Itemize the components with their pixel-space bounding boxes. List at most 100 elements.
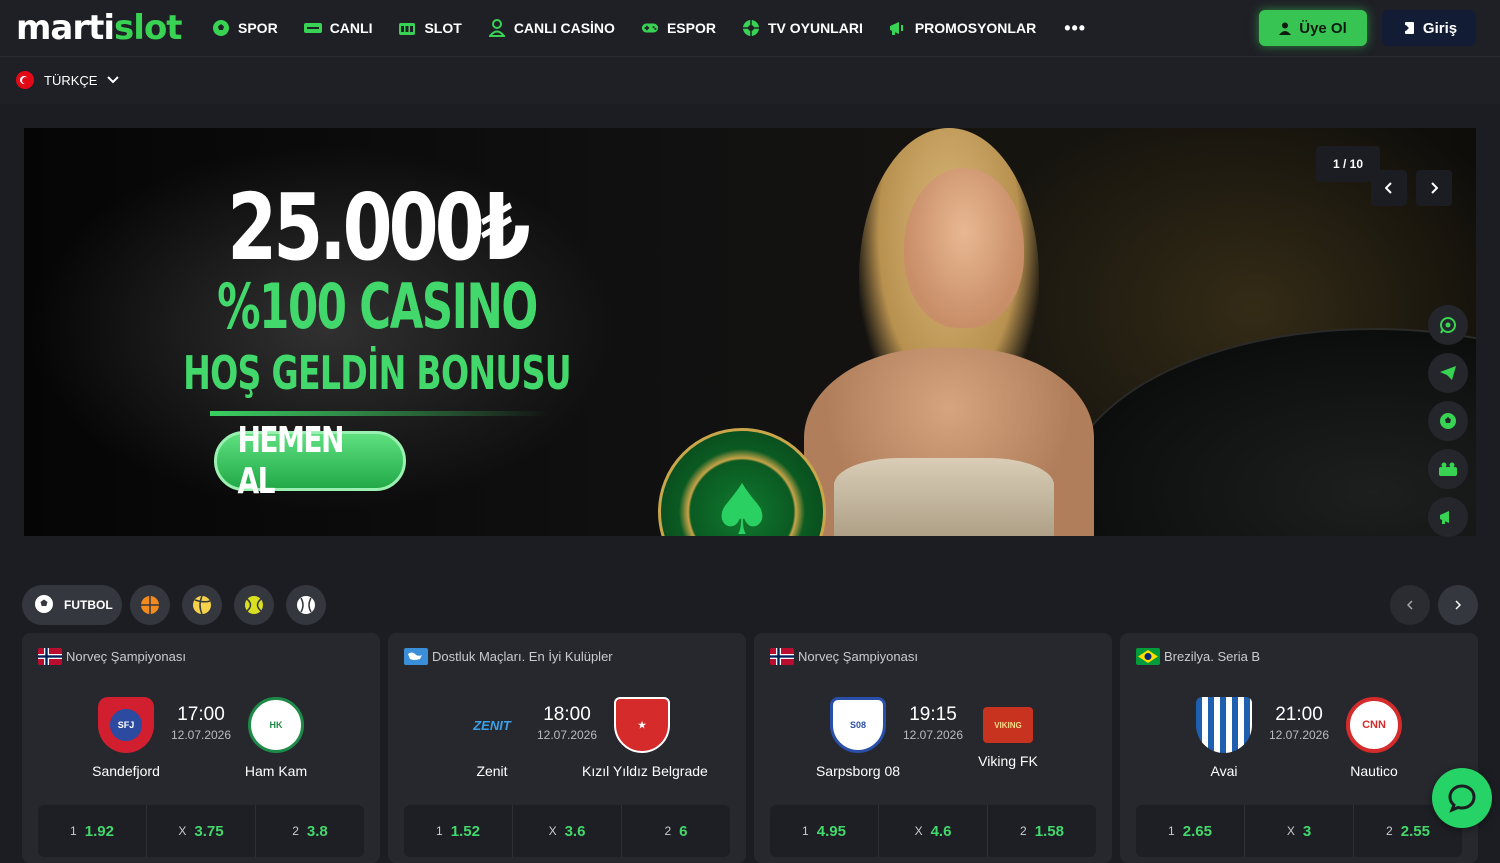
live-icon bbox=[303, 19, 322, 37]
dealer-icon bbox=[488, 19, 506, 37]
odd-draw[interactable]: X 4.6 bbox=[879, 805, 988, 857]
login-icon bbox=[1400, 22, 1414, 34]
model-face-image bbox=[904, 168, 1024, 328]
promo-banner[interactable]: ♠ 25.000₺ %100 CASINO HOŞ GELDİN BONUSU … bbox=[24, 128, 1476, 536]
soccer-icon bbox=[1440, 413, 1456, 429]
main-nav: SPOR CANLI SLOT CANLI CASİNO ESPOR TV OY… bbox=[212, 0, 1112, 56]
nav-item-canli-casino[interactable]: CANLI CASİNO bbox=[488, 19, 615, 37]
odds-row: 1 1.52 X 3.6 26 bbox=[404, 805, 730, 857]
odd-home[interactable]: 1 2.65 bbox=[1136, 805, 1245, 857]
odd-draw[interactable]: X 3.75 bbox=[147, 805, 256, 857]
sports-shortcut-button[interactable] bbox=[1428, 401, 1468, 441]
odd-home[interactable]: 1 1.92 bbox=[38, 805, 147, 857]
matches-next-button[interactable] bbox=[1438, 585, 1478, 625]
language-selector[interactable]: TÜRKÇE bbox=[16, 71, 120, 89]
chevron-right-icon bbox=[1431, 182, 1438, 194]
nav-item-slot[interactable]: SLOT bbox=[398, 19, 462, 37]
chevron-left-icon bbox=[1407, 600, 1413, 610]
sport-filter-basketball[interactable] bbox=[130, 585, 170, 625]
nav-item-espor[interactable]: ESPOR bbox=[641, 19, 716, 37]
team-crest-icon: VIKING bbox=[983, 707, 1033, 743]
match-card[interactable]: Norveç Şampiyonası S08 Sarpsborg 08 19:1… bbox=[754, 633, 1112, 863]
casino-icon bbox=[1439, 462, 1457, 476]
team-crest-icon: HK bbox=[248, 697, 304, 753]
odd-draw[interactable]: X 3.6 bbox=[513, 805, 622, 857]
away-team: HK Ham Kam bbox=[216, 697, 336, 779]
more-menu-button[interactable]: ••• bbox=[1064, 18, 1086, 39]
turkey-flag-icon bbox=[16, 71, 34, 89]
nav-item-canli[interactable]: CANLI bbox=[303, 19, 372, 37]
nav-item-promosyonlar[interactable]: PROMOSYONLAR bbox=[889, 19, 1036, 37]
tennis-icon bbox=[245, 596, 263, 614]
match-card[interactable]: Dostluk Maçları. En İyi Kulüpler ZENIT Z… bbox=[388, 633, 746, 863]
norway-flag-icon bbox=[770, 648, 794, 665]
odds-row: 1 4.95 X 4.6 2 1.58 bbox=[770, 805, 1096, 857]
register-button[interactable]: Üye Ol bbox=[1259, 10, 1367, 46]
model-dress-image bbox=[834, 458, 1054, 536]
league-header: Brezilya. Seria B bbox=[1136, 648, 1260, 665]
sport-filter-futbol[interactable]: FUTBOL bbox=[22, 585, 122, 625]
telegram-icon bbox=[1440, 366, 1456, 380]
whatsapp-icon bbox=[1440, 317, 1456, 334]
norway-flag-icon bbox=[38, 648, 62, 665]
telegram-button[interactable] bbox=[1428, 353, 1468, 393]
slot-icon bbox=[398, 19, 416, 37]
matches-prev-button[interactable] bbox=[1390, 585, 1430, 625]
away-team: CNN Nautico bbox=[1314, 697, 1434, 779]
megaphone-icon bbox=[889, 19, 907, 37]
soccer-ball-icon bbox=[212, 19, 230, 37]
odds-row: 1 2.65 X3 2 2.55 bbox=[1136, 805, 1462, 857]
slide-prev-button[interactable] bbox=[1371, 170, 1407, 206]
team-crest-icon: ★ bbox=[614, 697, 670, 753]
sport-filter-tennis[interactable] bbox=[234, 585, 274, 625]
megaphone-icon bbox=[1440, 511, 1449, 524]
sport-filter-baseball[interactable] bbox=[286, 585, 326, 625]
promo-divider bbox=[210, 411, 550, 416]
site-logo[interactable]: martislot bbox=[16, 8, 183, 48]
live-chat-button[interactable] bbox=[1432, 768, 1492, 828]
odd-home[interactable]: 1 1.52 bbox=[404, 805, 513, 857]
team-crest-icon: CNN bbox=[1346, 697, 1402, 753]
whatsapp-button[interactable] bbox=[1428, 305, 1468, 345]
odd-away[interactable]: 2 3.8 bbox=[256, 805, 364, 857]
odd-home[interactable]: 1 4.95 bbox=[770, 805, 879, 857]
chevron-left-icon bbox=[1385, 182, 1392, 194]
league-header: Norveç Şampiyonası bbox=[770, 648, 918, 665]
nav-item-spor[interactable]: SPOR bbox=[212, 19, 278, 37]
nav-item-tv-oyunlari[interactable]: TV OYUNLARI bbox=[742, 19, 863, 37]
match-card[interactable]: Brezilya. Seria B Avai 21:00 12.07.2026 … bbox=[1120, 633, 1478, 863]
brazil-flag-icon bbox=[1136, 648, 1160, 665]
user-icon bbox=[1279, 22, 1292, 35]
promo-subheadline: HOŞ GELDİN BONUSU bbox=[183, 346, 571, 400]
odd-draw[interactable]: X3 bbox=[1245, 805, 1354, 857]
promo-headline: %100 CASINO bbox=[217, 270, 538, 343]
away-team: ★ Kızıl Yıldız Belgrade bbox=[582, 697, 708, 779]
away-team: VIKING Viking FK bbox=[948, 697, 1068, 769]
sport-filter-volleyball[interactable] bbox=[182, 585, 222, 625]
odd-away[interactable]: 2 1.58 bbox=[988, 805, 1096, 857]
spade-icon: ♠ bbox=[710, 469, 774, 536]
top-navigation-bar: martislot SPOR CANLI SLOT CANLI CASİNO E… bbox=[0, 0, 1500, 56]
promo-amount: 25.000₺ bbox=[227, 174, 530, 281]
login-button[interactable]: Giriş bbox=[1382, 10, 1476, 46]
baseball-icon bbox=[297, 596, 315, 614]
world-flag-icon bbox=[404, 648, 428, 665]
casino-shortcut-button[interactable] bbox=[1428, 449, 1468, 489]
wheel-icon bbox=[742, 19, 760, 37]
promo-cta-button[interactable]: HEMEN AL bbox=[214, 420, 406, 502]
soccer-ball-icon bbox=[34, 594, 54, 617]
basketball-icon bbox=[141, 596, 159, 614]
volleyball-icon bbox=[193, 595, 211, 615]
gamepad-icon bbox=[641, 19, 659, 37]
match-card[interactable]: Norveç Şampiyonası SFJ Sandefjord 17:00 … bbox=[22, 633, 380, 863]
league-header: Dostluk Maçları. En İyi Kulüpler bbox=[404, 648, 613, 665]
side-action-bar bbox=[1428, 305, 1468, 545]
language-bar: TÜRKÇE bbox=[0, 56, 1500, 104]
promotions-shortcut-button[interactable] bbox=[1428, 497, 1468, 537]
chevron-down-icon bbox=[107, 76, 120, 84]
chevron-right-icon bbox=[1455, 600, 1461, 610]
chat-icon bbox=[1448, 784, 1476, 813]
slide-next-button[interactable] bbox=[1416, 170, 1452, 206]
odd-away[interactable]: 26 bbox=[622, 805, 730, 857]
odds-row: 1 1.92 X 3.75 2 3.8 bbox=[38, 805, 364, 857]
